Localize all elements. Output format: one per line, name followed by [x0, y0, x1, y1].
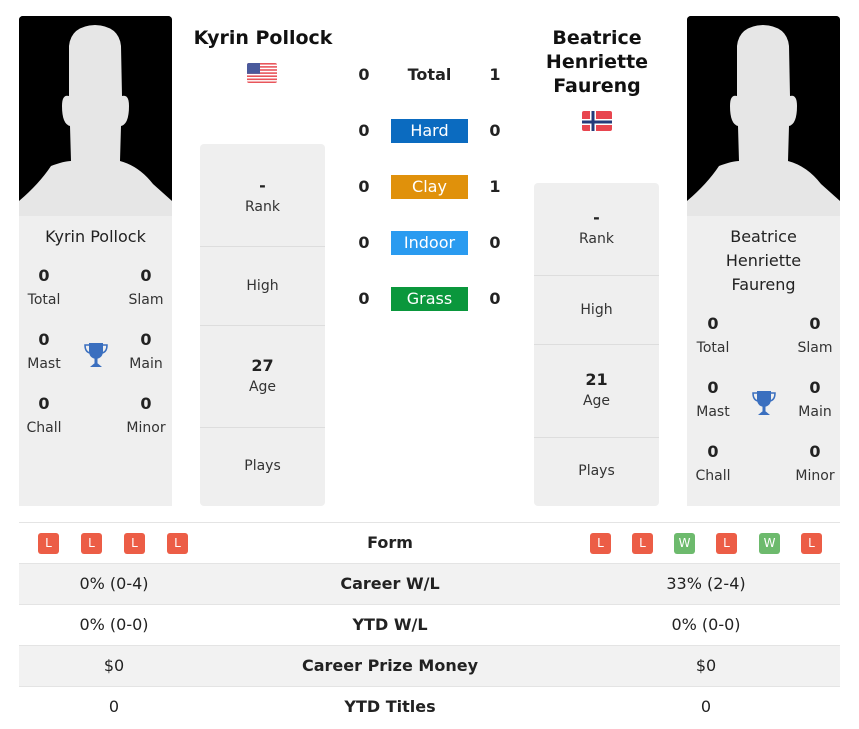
- ytd-wl-label: YTD W/L: [352, 615, 428, 634]
- form-badge[interactable]: L: [124, 533, 145, 554]
- form-badge[interactable]: W: [674, 533, 695, 554]
- h2h-indoor-row: 0 Indoor 0: [340, 231, 520, 255]
- player2-titles-main: 0 Main: [798, 378, 832, 420]
- career-wl-label: Career W/L: [340, 574, 440, 593]
- usa-flag-icon: [247, 63, 277, 83]
- player2-titles-minor: 0 Minor: [795, 442, 835, 484]
- form-badge[interactable]: L: [801, 533, 822, 554]
- ytd-wl-row: 0% (0-0) YTD W/L 0% (0-0): [19, 604, 840, 645]
- player1-ytd-wl: 0% (0-0): [79, 615, 149, 634]
- player1-titles-card: Kyrin Pollock 0 Total 0 Slam 0 Mast 0 Ma…: [19, 216, 172, 506]
- prize-money-label: Career Prize Money: [301, 656, 478, 675]
- ytd-titles-row: 0 YTD Titles 0: [19, 686, 840, 727]
- norway-flag-icon: [582, 111, 612, 131]
- comparison-table: L L L L Form L L W L W L 0% (0-4) Career…: [19, 522, 840, 727]
- trophy-icon: [84, 343, 108, 367]
- h2h-grass-row: 0 Grass 0: [340, 287, 520, 311]
- surface-grass-badge: Grass: [391, 287, 468, 311]
- surface-total-label: Total: [407, 65, 452, 84]
- surface-clay-badge: Clay: [391, 175, 468, 199]
- form-badge[interactable]: L: [81, 533, 102, 554]
- player2-titles-slam: 0 Slam: [797, 314, 833, 356]
- ytd-titles-label: YTD Titles: [344, 697, 436, 716]
- form-label: Form: [367, 533, 413, 552]
- player1-header-name[interactable]: Kyrin Pollock: [180, 26, 346, 50]
- player1-career-wl: 0% (0-4): [79, 574, 149, 593]
- player1-ytd-titles: 0: [108, 697, 120, 716]
- form-row: L L L L Form L L W L W L: [19, 522, 840, 563]
- player1-rank: - Rank: [245, 176, 280, 215]
- player2-titles-chall: 0 Chall: [695, 442, 731, 484]
- player1-titles-slam: 0 Slam: [128, 266, 164, 308]
- form-badge[interactable]: L: [716, 533, 737, 554]
- player2-prize-money: $0: [695, 656, 717, 675]
- player2-high: High: [534, 275, 659, 344]
- player1-name: Kyrin Pollock: [45, 227, 146, 246]
- player1-prize-money: $0: [103, 656, 125, 675]
- player1-plays: Plays: [200, 427, 325, 506]
- player2-header-name[interactable]: Beatrice Henriette Faureng: [520, 26, 674, 98]
- trophy-icon: [752, 391, 776, 415]
- player1-titles-minor: 0 Minor: [126, 394, 166, 436]
- player2-photo: [687, 16, 840, 216]
- surface-indoor-badge: Indoor: [391, 231, 468, 255]
- player1-age: 27 Age: [200, 325, 325, 427]
- career-wl-row: 0% (0-4) Career W/L 33% (2-4): [19, 563, 840, 604]
- player2-stats-card: - Rank High 21 Age Plays: [534, 183, 659, 506]
- form-badge[interactable]: L: [167, 533, 188, 554]
- player1-titles-mast: 0 Mast: [27, 330, 61, 372]
- player1-stats-card: - Rank High 27 Age Plays: [200, 144, 325, 506]
- surface-hard-badge: Hard: [391, 119, 468, 143]
- player1-titles-main: 0 Main: [129, 330, 163, 372]
- player2-titles-mast: 0 Mast: [696, 378, 730, 420]
- player2-plays: Plays: [534, 437, 659, 506]
- player1-high: High: [200, 246, 325, 325]
- player1-photo: [19, 16, 172, 216]
- prize-money-row: $0 Career Prize Money $0: [19, 645, 840, 686]
- player-silhouette-icon: [687, 16, 840, 216]
- player2-ytd-titles: 0: [700, 697, 712, 716]
- player2-titles-total: 0 Total: [696, 314, 730, 356]
- player2-name: Beatrice Henriette Faureng: [725, 227, 802, 294]
- player2-career-wl: 33% (2-4): [666, 574, 746, 593]
- h2h-total-row: 0 Total 1: [340, 63, 520, 87]
- player1-titles-total: 0 Total: [27, 266, 61, 308]
- player1-titles-chall: 0 Chall: [26, 394, 62, 436]
- player2-ytd-wl: 0% (0-0): [671, 615, 741, 634]
- form-badge[interactable]: W: [759, 533, 780, 554]
- player-silhouette-icon: [19, 16, 172, 216]
- player2-rank: - Rank: [579, 208, 614, 247]
- h2h-hard-row: 0 Hard 0: [340, 119, 520, 143]
- h2h-clay-row: 0 Clay 1: [340, 175, 520, 199]
- player2-age: 21 Age: [534, 344, 659, 437]
- form-badge[interactable]: L: [590, 533, 611, 554]
- player2-titles-card: Beatrice Henriette Faureng 0 Total 0 Sla…: [687, 216, 840, 506]
- form-badge[interactable]: L: [632, 533, 653, 554]
- form-badge[interactable]: L: [38, 533, 59, 554]
